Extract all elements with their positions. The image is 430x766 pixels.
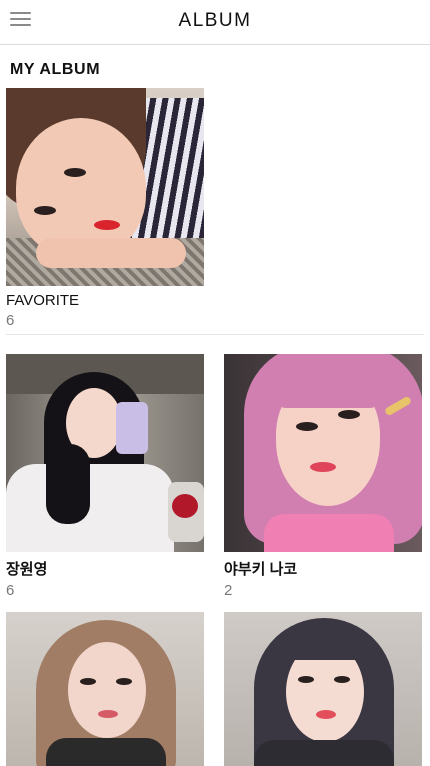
album-thumbnail[interactable]: [6, 88, 204, 286]
album-item[interactable]: [224, 612, 422, 766]
album-favorite[interactable]: FAVORITE 6: [6, 88, 204, 329]
album-thumbnail[interactable]: [6, 354, 204, 552]
top-bar: ALBUM: [0, 0, 430, 45]
section-title: MY ALBUM: [10, 61, 101, 78]
album-item[interactable]: [6, 612, 204, 766]
album-name: 장원영: [6, 561, 48, 578]
album-yabuki-nako[interactable]: 야부키 나코 2: [224, 354, 422, 599]
divider: [6, 334, 424, 335]
album-jang-wonyoung[interactable]: 장원영 6: [6, 354, 204, 599]
page-title: ALBUM: [178, 10, 252, 31]
album-thumbnail[interactable]: [6, 612, 204, 766]
album-name: FAVORITE: [6, 292, 80, 309]
album-count: 2: [224, 582, 233, 599]
album-thumbnail[interactable]: [224, 354, 422, 552]
album-name: 야부키 나코: [224, 561, 298, 578]
album-thumbnail[interactable]: [224, 612, 422, 766]
album-count: 6: [6, 582, 15, 599]
album-count: 6: [6, 312, 15, 329]
